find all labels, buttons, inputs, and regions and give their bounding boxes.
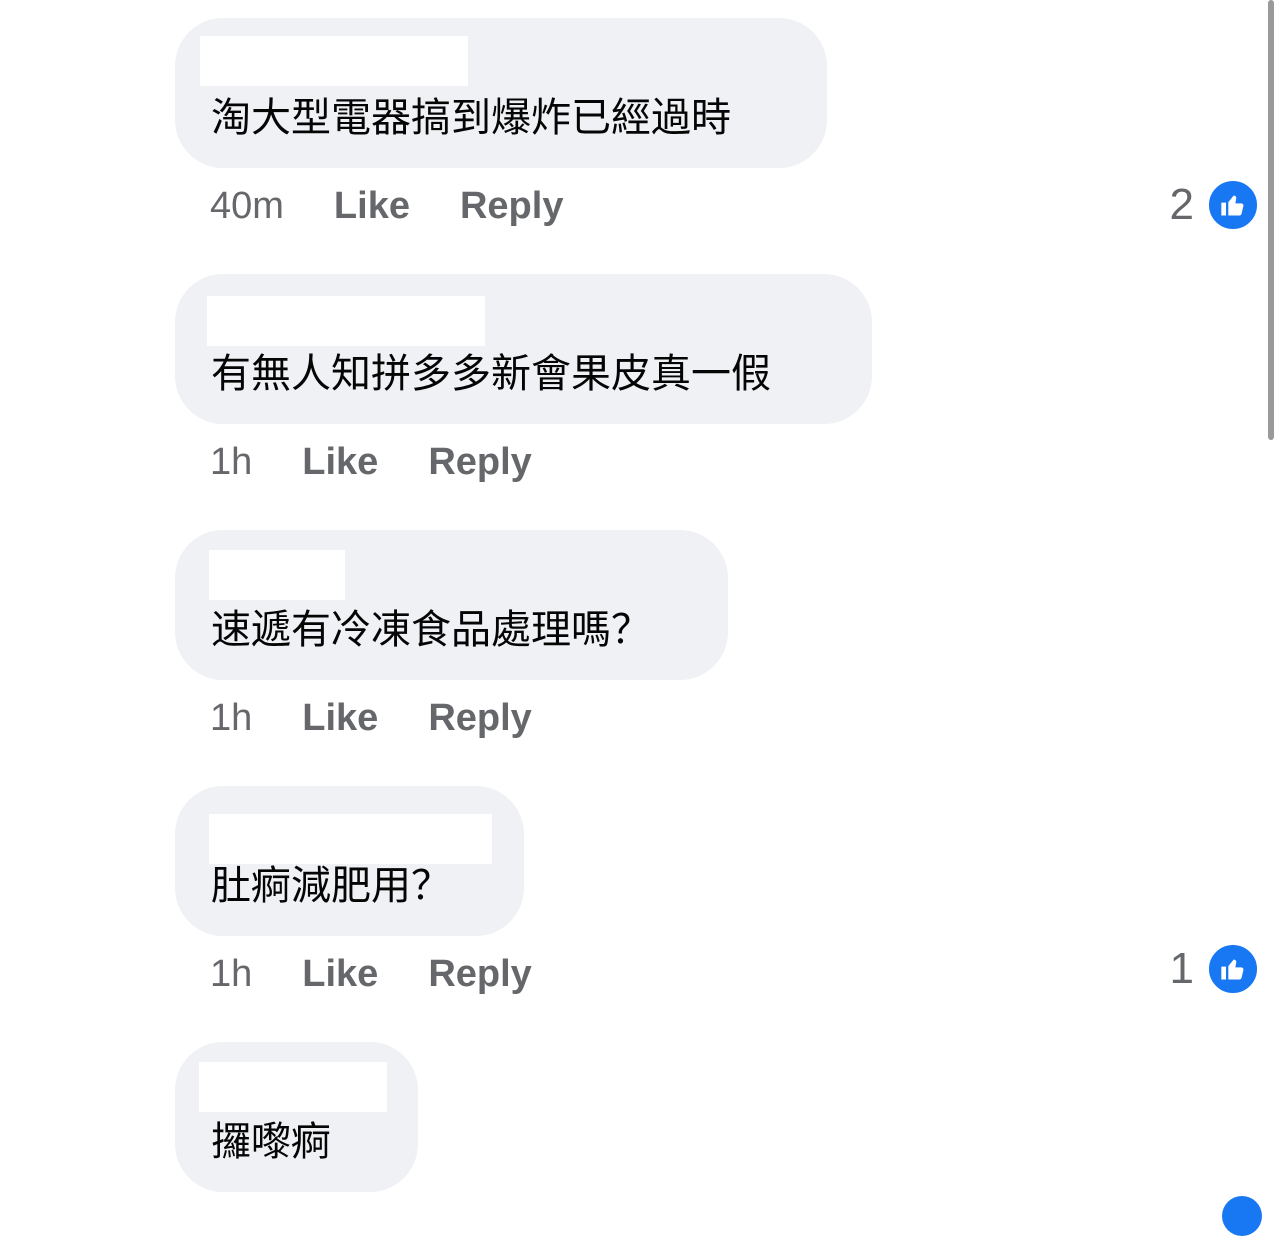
redacted-author-name — [200, 36, 468, 86]
reaction-summary[interactable]: 2 — [1170, 178, 1260, 232]
comment-text: 肚痾減肥用？ — [211, 863, 451, 909]
reply-button[interactable]: Reply — [428, 698, 531, 738]
like-button[interactable]: Like — [334, 186, 410, 226]
comment-actions: 1h Like Reply — [210, 698, 582, 738]
comment-time: 40m — [210, 185, 284, 227]
thumbs-up-icon — [1206, 178, 1260, 232]
comment-bubble[interactable]: 淘大型電器搞到爆炸已經過時 — [175, 18, 827, 168]
comment-time: 1h — [210, 697, 253, 739]
like-button[interactable]: Like — [302, 954, 378, 994]
scrollbar[interactable] — [1268, 0, 1274, 440]
comment-bubble[interactable]: 肚痾減肥用？ — [175, 786, 524, 936]
comment-actions: 40m Like Reply — [210, 186, 613, 226]
reply-button[interactable]: Reply — [460, 186, 563, 226]
comment-bubble[interactable]: 有無人知拼多多新會果皮真一假 — [175, 274, 872, 424]
comment-text: 有無人知拼多多新會果皮真一假 — [211, 351, 771, 397]
reaction-count: 2 — [1169, 180, 1194, 229]
like-button[interactable]: Like — [302, 698, 378, 738]
redacted-author-name — [199, 1062, 387, 1112]
comment-text: 攞嚟痾 — [211, 1119, 331, 1165]
redacted-author-name — [209, 550, 345, 600]
redacted-author-name — [207, 296, 485, 346]
comment-text: 淘大型電器搞到爆炸已經過時 — [211, 95, 731, 141]
like-button[interactable]: Like — [302, 442, 378, 482]
comment-bubble[interactable]: 攞嚟痾 — [175, 1042, 418, 1192]
comment-actions: 1h Like Reply — [210, 954, 582, 994]
reply-button[interactable]: Reply — [428, 954, 531, 994]
reaction-summary[interactable]: 1 — [1170, 942, 1260, 996]
comment-actions: 1h Like Reply — [210, 442, 582, 482]
thumbs-up-icon — [1206, 942, 1260, 996]
comment-bubble[interactable]: 速遞有冷凍食品處理嗎？ — [175, 530, 728, 680]
reaction-count: 1 — [1169, 944, 1194, 993]
comment-text: 速遞有冷凍食品處理嗎？ — [211, 607, 651, 653]
comment-time: 1h — [210, 953, 253, 995]
redacted-author-name — [209, 814, 492, 864]
reply-button[interactable]: Reply — [428, 442, 531, 482]
comment-time: 1h — [210, 441, 253, 483]
avatar — [1222, 1196, 1262, 1236]
